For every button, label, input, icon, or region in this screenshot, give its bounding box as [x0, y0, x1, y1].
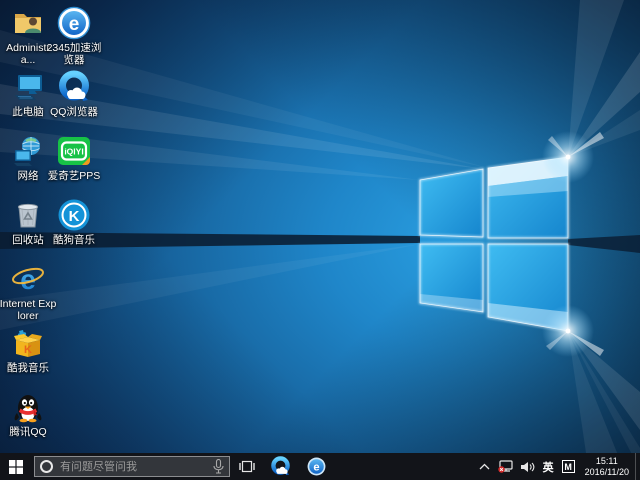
- internet-explorer-icon: e: [11, 262, 45, 296]
- desktop-icon-label: QQ浏览器: [50, 106, 98, 118]
- system-tray: 英 M 15:11 2016/11/20: [475, 453, 640, 480]
- taskbar-app-2345-browser[interactable]: e: [298, 453, 334, 480]
- desktop-icon-label: 腾讯QQ: [9, 426, 46, 438]
- desktop-icon-kuwo-music[interactable]: K 酷我音乐: [0, 326, 57, 388]
- this-pc-icon: [11, 70, 45, 104]
- taskbar: e: [0, 453, 640, 480]
- desktop-icon-label: 2345加速浏览器: [45, 42, 103, 66]
- desktop-icon-2345-browser[interactable]: e 2345加速浏览器: [45, 6, 103, 68]
- start-button[interactable]: [0, 453, 32, 480]
- iqiyi-wordmark: iQIYI: [64, 147, 83, 157]
- taskbar-app-qq-browser[interactable]: [262, 453, 298, 480]
- recycle-bin-icon: [11, 198, 45, 232]
- 2345-browser-taskbar-icon: e: [307, 457, 326, 476]
- ime-mode-button[interactable]: M: [558, 453, 579, 480]
- desktop-icon-qq-browser[interactable]: QQ浏览器: [45, 70, 103, 132]
- cortana-search-box[interactable]: [34, 456, 230, 477]
- windows-logo-icon: [9, 460, 23, 474]
- desktop-icon-kugou-music[interactable]: K 酷狗音乐: [45, 198, 103, 260]
- desktop-icon-internet-explorer[interactable]: e Internet Explorer: [0, 262, 57, 324]
- qq-browser-taskbar-icon: [270, 456, 291, 477]
- network-icon: [11, 134, 45, 168]
- search-input[interactable]: [58, 460, 208, 474]
- desktop-icon-label: 酷狗音乐: [53, 234, 95, 246]
- clock-time: 15:11: [596, 456, 618, 467]
- clock-date: 2016/11/20: [585, 467, 629, 478]
- show-desktop-button[interactable]: [635, 453, 640, 480]
- speaker-icon: [521, 461, 535, 473]
- desktop-icon-label: 爱奇艺PPS: [48, 170, 101, 182]
- desktop-icon-iqiyi-pps[interactable]: iQIYI 爱奇艺PPS: [45, 134, 103, 196]
- tencent-qq-icon: [11, 390, 45, 424]
- task-view-icon: [239, 460, 255, 473]
- network-status-button[interactable]: [494, 453, 517, 480]
- desktop-icon-tencent-qq[interactable]: 腾讯QQ: [0, 390, 57, 452]
- qq-browser-icon: [57, 70, 91, 104]
- desktop-icon-label: 酷我音乐: [7, 362, 49, 374]
- hidden-icons-button[interactable]: [475, 453, 494, 480]
- desktop-icon-label: Internet Explorer: [0, 298, 57, 322]
- user-folder-icon: [11, 6, 45, 40]
- cortana-icon: [40, 460, 53, 473]
- chevron-up-icon: [479, 463, 490, 470]
- microphone-icon[interactable]: [213, 459, 224, 474]
- iqiyi-pps-icon: iQIYI: [57, 134, 91, 168]
- network-disconnected-icon: [498, 460, 513, 473]
- kugou-music-icon: K: [57, 198, 91, 232]
- ime-mode-label: M: [562, 460, 575, 473]
- desktop-icon-label: 网络: [18, 170, 39, 182]
- clock[interactable]: 15:11 2016/11/20: [579, 453, 635, 480]
- 2345-letter: e: [69, 14, 80, 35]
- svg-text:e: e: [313, 462, 319, 474]
- desktop-icon-label: 回收站: [12, 234, 44, 246]
- task-view-button[interactable]: [232, 453, 262, 480]
- language-indicator[interactable]: 英: [539, 453, 558, 480]
- 2345-browser-icon: e: [57, 6, 91, 40]
- volume-button[interactable]: [517, 453, 539, 480]
- kugou-letter: K: [69, 208, 80, 225]
- windows-desktop: Administra... 此电脑 网络: [0, 0, 640, 480]
- desktop-icon-label: 此电脑: [12, 106, 44, 118]
- kuwo-letter: K: [24, 344, 32, 356]
- kuwo-music-icon: K: [11, 326, 45, 360]
